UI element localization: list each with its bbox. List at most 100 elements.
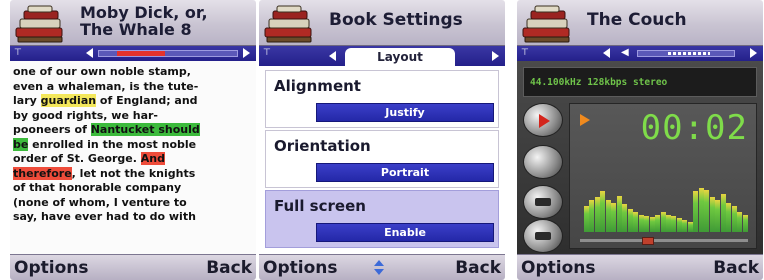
scroll-arrows-icon xyxy=(373,259,385,277)
player-screen: The Couch ⊤ ◀ 44.100kHz 128kbps stereo 0… xyxy=(517,0,763,280)
back-softkey[interactable]: Back xyxy=(455,257,501,279)
settings-list: Alignment Justify Orientation Portrait F… xyxy=(259,66,505,254)
equalizer-bar xyxy=(726,203,731,232)
equalizer-bar xyxy=(600,191,605,232)
equalizer-bar xyxy=(589,200,594,232)
text-run: pooneers of xyxy=(13,123,91,136)
progress-fill xyxy=(117,51,165,56)
equalizer-bar xyxy=(655,215,660,232)
pin-icon: ⊤ xyxy=(14,48,22,58)
rewind-icon xyxy=(535,198,551,206)
text-line: pooneers of Nantucket should xyxy=(13,123,253,138)
volume-down-arrow-icon[interactable] xyxy=(603,48,610,58)
setting-orientation[interactable]: Orientation Portrait xyxy=(265,130,499,188)
text-run: of England; and xyxy=(96,94,198,107)
back-softkey[interactable]: Back xyxy=(206,257,252,279)
text-line: therefore, let not the knights xyxy=(13,166,253,182)
books-icon xyxy=(15,5,63,43)
tab-bar: ⊤ Layout xyxy=(259,46,505,66)
highlight-red[interactable]: therefore xyxy=(13,166,72,180)
title-bar: The Couch xyxy=(517,0,763,46)
stop-button[interactable] xyxy=(523,145,563,179)
volume-bar: ⊤ ◀ xyxy=(517,46,763,61)
text-line: be enrolled in the most noble xyxy=(13,137,253,153)
title-bar: Book Settings xyxy=(259,0,505,46)
text-line: say, have ever had to do with xyxy=(13,210,253,225)
play-button[interactable] xyxy=(523,103,563,137)
equalizer-bar xyxy=(682,220,687,232)
volume-level xyxy=(668,52,710,55)
previous-tab-arrow-icon[interactable] xyxy=(329,51,336,61)
play-icon xyxy=(539,114,550,128)
speaker-icon: ◀ xyxy=(621,47,629,58)
text-line: (none of whom, I venture to xyxy=(13,196,253,211)
next-page-arrow-icon[interactable] xyxy=(243,48,250,58)
books-icon xyxy=(264,5,312,43)
volume-track[interactable] xyxy=(637,50,735,57)
text-line: one of our own noble stamp, xyxy=(13,65,253,80)
book-text: one of our own noble stamp, even a whalem… xyxy=(10,61,256,254)
highlight-green[interactable]: be xyxy=(13,137,29,151)
text-run: one of our own noble stamp, xyxy=(13,65,191,78)
setting-label: Full screen xyxy=(274,197,366,215)
setting-alignment[interactable]: Alignment Justify xyxy=(265,70,499,128)
reading-progress-bar: ⊤ xyxy=(10,46,256,61)
previous-page-arrow-icon[interactable] xyxy=(86,48,93,58)
pin-icon: ⊤ xyxy=(263,48,271,58)
seek-track[interactable] xyxy=(580,239,748,242)
pin-icon: ⊤ xyxy=(521,48,529,58)
equalizer-bar xyxy=(743,215,748,232)
text-run: of that honorable company xyxy=(13,181,182,194)
text-run: , let not the knights xyxy=(71,166,196,180)
title-bar: Moby Dick, or, The Whale 8 xyxy=(10,0,256,46)
text-line: even a whaleman, is the tute- xyxy=(13,80,253,95)
reader-screen: Moby Dick, or, The Whale 8 ⊤ one of our … xyxy=(10,0,256,280)
options-softkey[interactable]: Options xyxy=(14,257,88,279)
player-panel: 44.100kHz 128kbps stereo 00:02 xyxy=(517,61,763,254)
text-run: even a whaleman, is the tute- xyxy=(13,79,199,93)
softkey-bar: Options Back xyxy=(517,254,763,280)
tab-layout[interactable]: Layout xyxy=(345,48,455,66)
equalizer-bar xyxy=(633,212,638,232)
forward-icon xyxy=(535,232,551,240)
books-icon xyxy=(522,5,570,43)
text-run: enrolled in the most noble xyxy=(28,137,197,151)
setting-label: Alignment xyxy=(274,77,361,95)
softkey-bar: Options Back xyxy=(10,254,256,280)
book-title: Moby Dick, or, The Whale 8 xyxy=(80,3,208,39)
next-tab-arrow-icon[interactable] xyxy=(492,51,499,61)
setting-label: Orientation xyxy=(274,137,371,155)
elapsed-time: 00:02 xyxy=(640,108,748,148)
text-run: order of St. George. xyxy=(13,152,141,165)
back-softkey[interactable]: Back xyxy=(713,257,759,279)
text-line: order of St. George. And xyxy=(13,152,253,167)
equalizer-bar xyxy=(693,191,698,232)
volume-up-arrow-icon[interactable] xyxy=(750,48,757,58)
text-run: by good rights, we har- xyxy=(13,108,158,122)
playing-indicator-icon xyxy=(580,114,590,126)
options-softkey[interactable]: Options xyxy=(521,257,595,279)
stream-info: 44.100kHz 128kbps stereo xyxy=(523,67,757,97)
highlight-yellow[interactable]: guardian xyxy=(40,94,97,107)
options-softkey[interactable]: Options xyxy=(263,257,337,279)
softkey-bar: Options Back xyxy=(259,254,505,280)
progress-track[interactable] xyxy=(98,50,238,57)
next-track-button[interactable] xyxy=(523,219,563,253)
highlight-green[interactable]: Nantucket should xyxy=(90,123,200,136)
setting-value[interactable]: Justify xyxy=(316,103,494,122)
setting-value[interactable]: Portrait xyxy=(316,163,494,182)
settings-screen: Book Settings ⊤ Layout Alignment Justify… xyxy=(259,0,505,280)
equalizer-bar xyxy=(737,212,742,232)
track-title: The Couch xyxy=(587,10,687,30)
equalizer-bar xyxy=(704,190,709,232)
setting-full-screen[interactable]: Full screen Enable xyxy=(265,190,499,248)
seek-handle[interactable] xyxy=(642,237,654,245)
previous-track-button[interactable] xyxy=(523,185,563,219)
equalizer-bar xyxy=(611,203,616,232)
text-line: of that honorable company xyxy=(13,181,253,196)
screen-title: Book Settings xyxy=(329,10,463,30)
setting-value[interactable]: Enable xyxy=(316,223,494,242)
equalizer xyxy=(584,174,748,232)
text-line: by good rights, we har- xyxy=(13,109,253,124)
highlight-red[interactable]: And xyxy=(140,152,165,165)
